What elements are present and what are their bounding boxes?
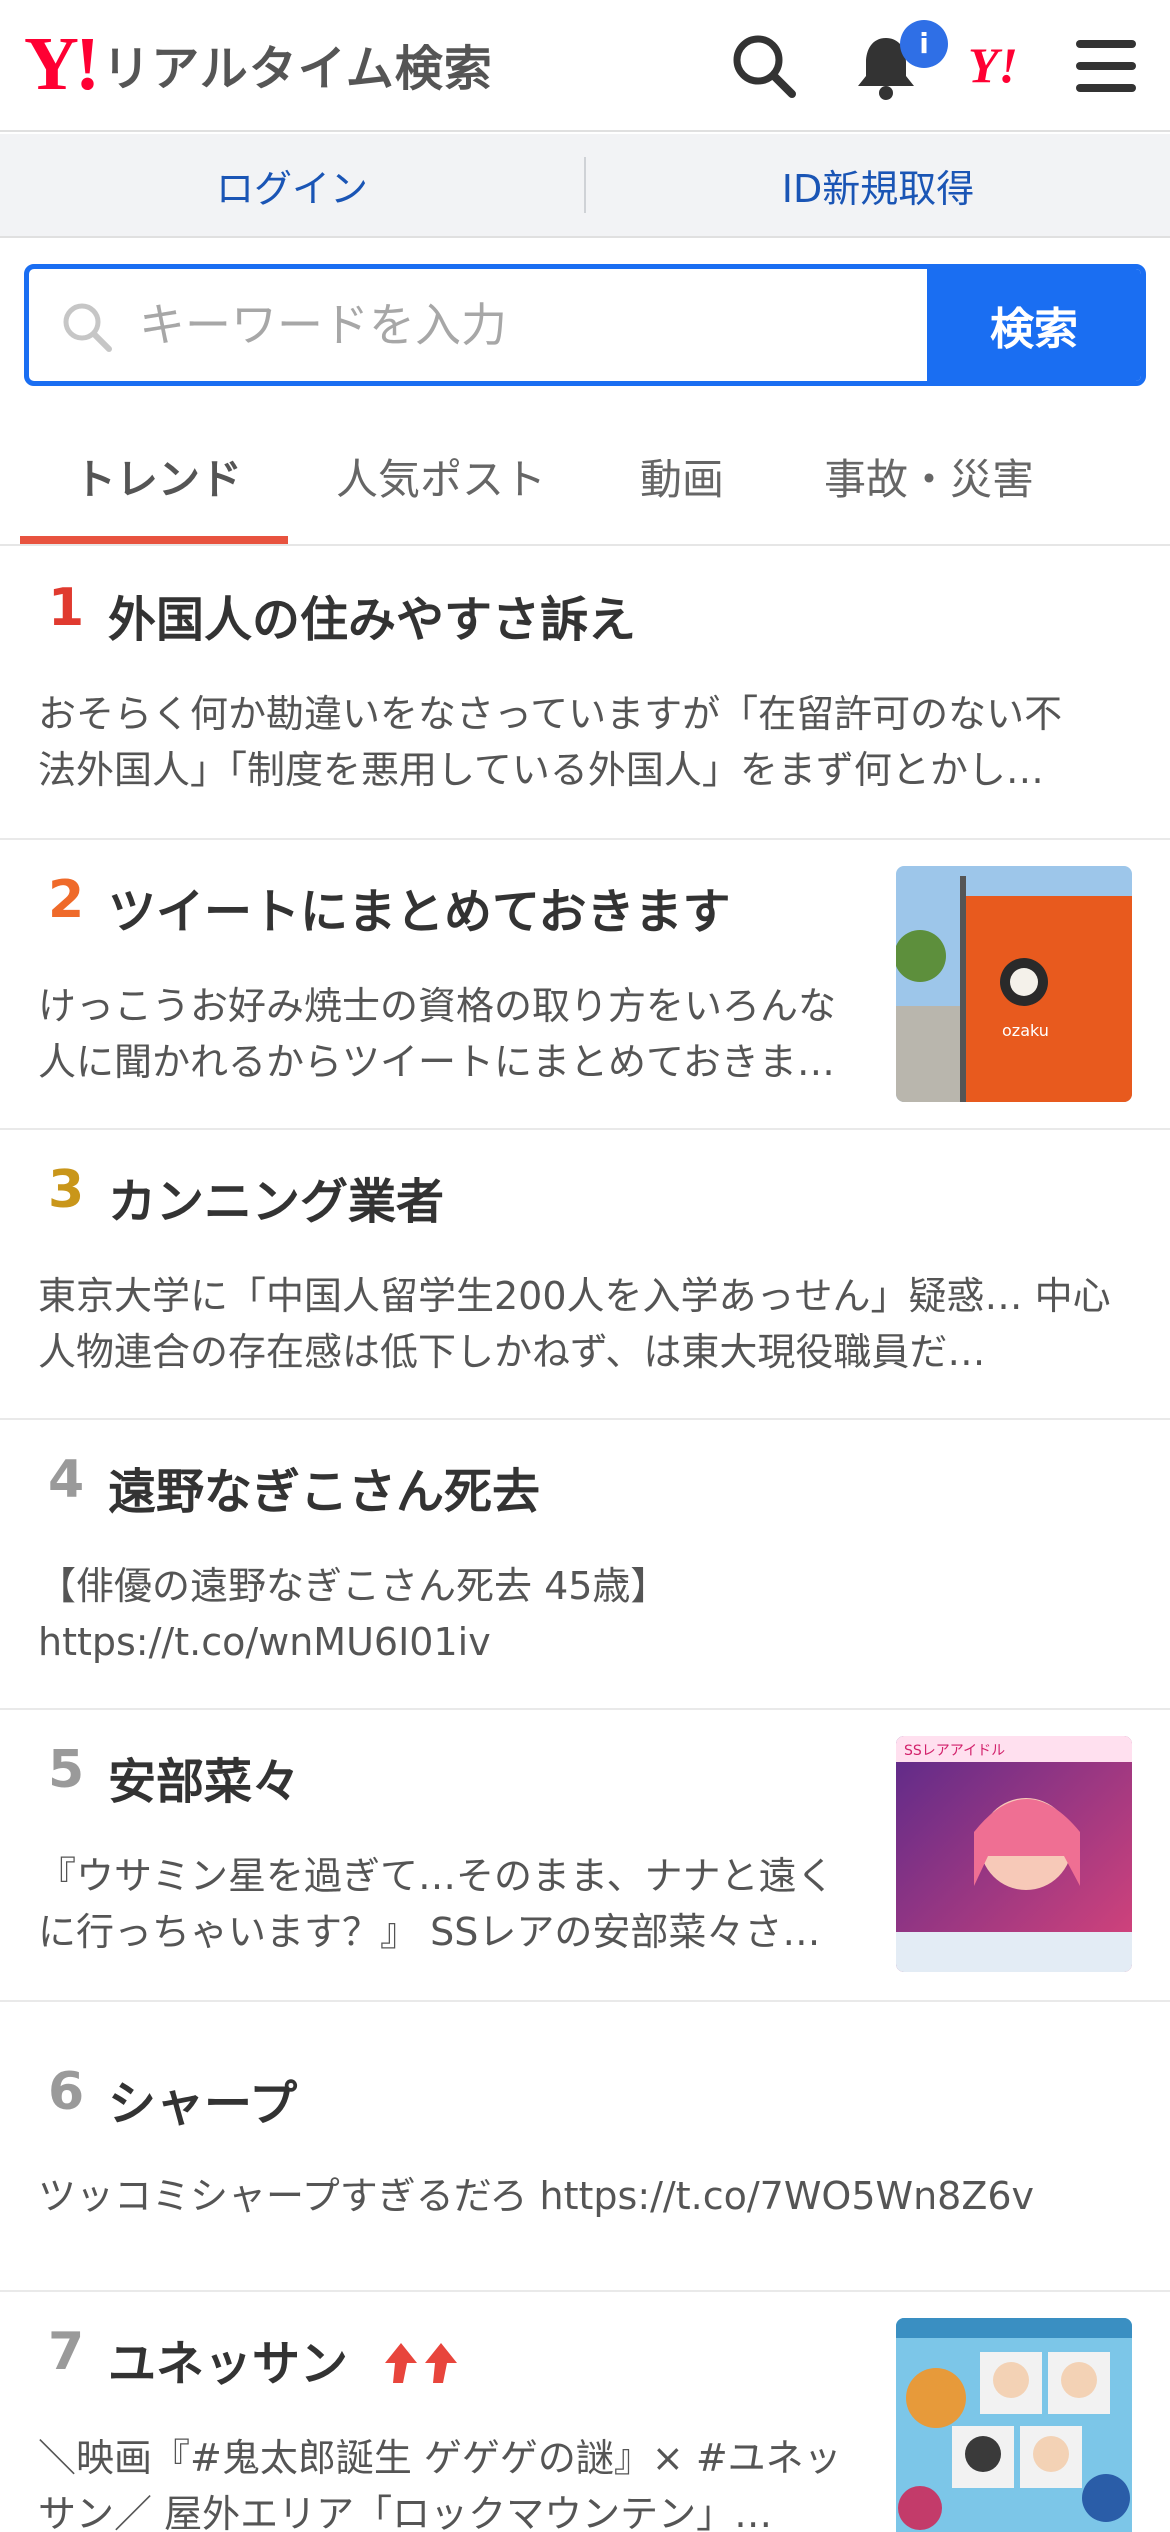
- trend-title-row: ユネッサン: [108, 2324, 465, 2397]
- trend-item[interactable]: 4 遠野なぎこさん死去 【俳優の遠野なぎこさん死去 45歳】 https://t…: [0, 1420, 1170, 1710]
- trend-description: 【俳優の遠野なぎこさん死去 45歳】 https://t.co/wnMU6I01…: [38, 1564, 669, 1664]
- login-link[interactable]: ログイン: [0, 158, 584, 213]
- trend-title: カンニング業者: [108, 1174, 445, 1230]
- trend-item[interactable]: 6 シャープ ツッコミシャープすぎるだろ https://t.co/7WO5Wn…: [0, 2002, 1170, 2292]
- trend-description: ツッコミシャープすぎるだろ https://t.co/7WO5Wn8Z6v: [38, 2174, 1035, 2218]
- trending-up-icon: [379, 2337, 465, 2397]
- search-field-icon: [63, 303, 112, 352]
- search-field-wrapper: [29, 269, 939, 381]
- trend-rank: 5: [48, 1740, 85, 1800]
- trend-rank: 1: [48, 578, 85, 638]
- trend-title: 安部菜々: [108, 1754, 301, 1810]
- trend-rank: 2: [48, 870, 85, 930]
- search-input[interactable]: [139, 269, 939, 381]
- trend-title: 遠野なぎこさん死去: [108, 1464, 541, 1520]
- trend-rank: 6: [48, 2062, 85, 2122]
- trend-thumbnail[interactable]: SSレアアイドル: [896, 1736, 1132, 1972]
- trend-description: おそらく何か勘違いをなさっていますが「在留許可のない不法外国人」「制度を悪用して…: [38, 692, 1063, 792]
- notification-badge: i: [900, 20, 948, 68]
- app-header: Y! リアルタイム検索 i Y!: [0, 0, 1170, 132]
- thumb-caption: ozaku: [1002, 1021, 1049, 1040]
- tab-bar: トレンド 人気ポスト 動画 事故・災害: [0, 412, 1170, 546]
- site-logo[interactable]: Y! リアルタイム検索: [24, 22, 493, 106]
- thumb-caption: SSレアアイドル: [904, 1743, 1005, 1759]
- logo-text: リアルタイム検索: [102, 41, 493, 97]
- trend-thumbnail[interactable]: ozaku: [896, 866, 1132, 1102]
- trend-item[interactable]: 1 外国人の住みやすさ訴え おそらく何か勘違いをなさっていますが「在留許可のない…: [0, 548, 1170, 840]
- tab-trend[interactable]: トレンド: [74, 446, 242, 507]
- tab-accidents-disasters[interactable]: 事故・災害: [824, 446, 1034, 507]
- trend-rank: 7: [48, 2322, 85, 2382]
- trend-title: 外国人の住みやすさ訴え: [108, 592, 637, 648]
- search-icon[interactable]: [728, 30, 800, 102]
- search-button[interactable]: 検索: [927, 269, 1141, 381]
- trend-thumbnail[interactable]: [896, 2318, 1132, 2532]
- trend-rank: 3: [48, 1160, 85, 1220]
- logo-mark: Y!: [24, 22, 100, 106]
- tab-videos[interactable]: 動画: [640, 446, 724, 507]
- yahoo-japan-logo[interactable]: Y!: [968, 36, 1018, 94]
- trend-item[interactable]: 2 ツイートにまとめておきます けっこうお好み焼士の資格の取り方をいろんな人に聞…: [0, 840, 1170, 1130]
- trend-item[interactable]: 5 安部菜々 『ウサミン星を過ぎて…そのまま、ナナと遠くに行っちゃいます？』 S…: [0, 1710, 1170, 2002]
- trend-description: ＼映画『#鬼太郎誕生 ゲゲゲの謎』× #ユネッサン／ 屋外エリア「ロックマウンテ…: [38, 2436, 842, 2532]
- trend-item[interactable]: 3 カンニング業者 東京大学に「中国人留学生200人を入学あっせん」疑惑… 中心…: [0, 1130, 1170, 1420]
- trend-description: 『ウサミン星を過ぎて…そのまま、ナナと遠くに行っちゃいます？』 SSレアの安部菜…: [38, 1854, 835, 1954]
- signup-link[interactable]: ID新規取得: [586, 158, 1170, 213]
- search-bar: 検索: [24, 264, 1146, 386]
- account-bar: ログイン ID新規取得: [0, 134, 1170, 238]
- trend-description: けっこうお好み焼士の資格の取り方をいろんな人に聞かれるからツイートにまとめておき…: [38, 984, 837, 1084]
- trend-title: シャープ: [108, 2076, 298, 2132]
- active-tab-indicator: [20, 536, 288, 544]
- trend-rank: 4: [48, 1450, 85, 1510]
- trend-description: 東京大学に「中国人留学生200人を入学あっせん」疑惑… 中心人物連合の存在感は低…: [38, 1274, 1111, 1374]
- trend-title: ツイートにまとめておきます: [108, 884, 731, 940]
- trend-title: ユネッサン: [108, 2336, 349, 2392]
- trend-item[interactable]: 7 ユネッサン ＼映画『#鬼太郎誕生 ゲゲゲの謎』× #ユネッサン／ 屋外エリア…: [0, 2292, 1170, 2532]
- tab-popular-posts[interactable]: 人気ポスト: [336, 446, 546, 507]
- hamburger-menu-icon[interactable]: [1070, 30, 1142, 102]
